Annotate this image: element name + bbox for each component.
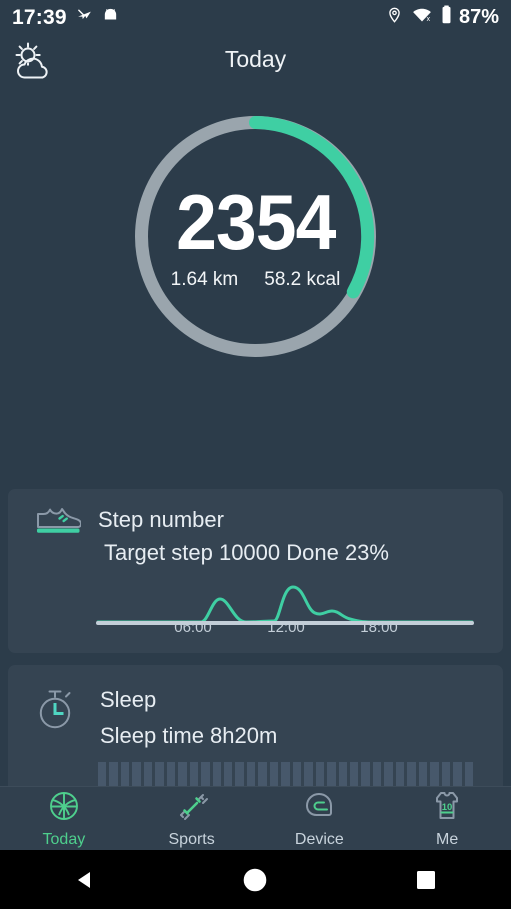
tab-me-label: Me [436,830,459,848]
step-number-card[interactable]: Step number Target step 10000 Done 23% 0… [8,489,503,653]
svg-text:x: x [427,16,431,23]
dumbbell-icon [175,789,209,828]
calories-value: 58.2 kcal [264,268,341,290]
jersey-number: 10 [442,802,453,813]
helmet-icon [302,789,336,828]
page-title: Today [224,46,287,72]
android-robot-icon [102,6,119,28]
axis-tick-1200: 12:00 [267,619,305,636]
bottom-tab-bar: Today Sports Device 10 Me [0,786,511,850]
distance-value: 1.64 km [170,268,239,290]
status-bar-right: x 87% [386,5,499,29]
app-screen: 17:39 x 87% Today 2354 1.64 km 58.2 kcal… [0,0,511,909]
airplane-slash-icon [76,6,93,28]
home-circle-icon[interactable] [215,867,295,893]
sleep-card-title: Sleep [100,687,157,712]
battery-icon [441,5,452,29]
step-count-value: 2354 [175,177,336,266]
recents-square-icon[interactable] [386,870,466,890]
axis-tick-0600: 06:00 [174,619,212,636]
app-header: Today [0,34,511,90]
tab-today[interactable]: Today [0,787,128,850]
step-card-subtitle: Target step 10000 Done 23% [104,540,389,565]
tab-sports-label: Sports [168,830,215,848]
ring-center-readout: 2354 1.64 km 58.2 kcal [127,108,384,365]
basketball-icon [47,789,81,828]
wifi-off-icon: x [412,6,432,29]
stopwatch-icon [35,687,77,736]
tab-today-label: Today [42,830,86,848]
status-bar-left: 17:39 [12,6,119,28]
system-status-bar: 17:39 x 87% [0,0,511,34]
tab-device[interactable]: Device [256,787,384,850]
android-navigation-bar [0,850,511,909]
sleep-card-subtitle: Sleep time 8h20m [100,723,278,748]
shoe-icon [35,507,82,544]
status-bar-clock: 17:39 [12,5,67,29]
step-chart-axis-labels: 06:00 12:00 18:00 [96,619,474,639]
daily-steps-ring: 2354 1.64 km 58.2 kcal [0,108,511,370]
location-pin-icon [386,6,403,29]
tab-me[interactable]: 10 Me [383,787,511,850]
ring-metrics: 1.64 km 58.2 kcal [171,269,341,291]
sleep-card[interactable]: Sleep Sleep time 8h20m [8,665,503,800]
tab-device-label: Device [294,830,344,848]
jersey-icon: 10 [430,789,464,828]
axis-tick-1800: 18:00 [360,619,398,636]
step-card-title: Step number [98,507,224,532]
tab-sports[interactable]: Sports [128,787,256,850]
battery-percentage: 87% [458,6,499,28]
back-triangle-icon[interactable] [45,868,125,892]
